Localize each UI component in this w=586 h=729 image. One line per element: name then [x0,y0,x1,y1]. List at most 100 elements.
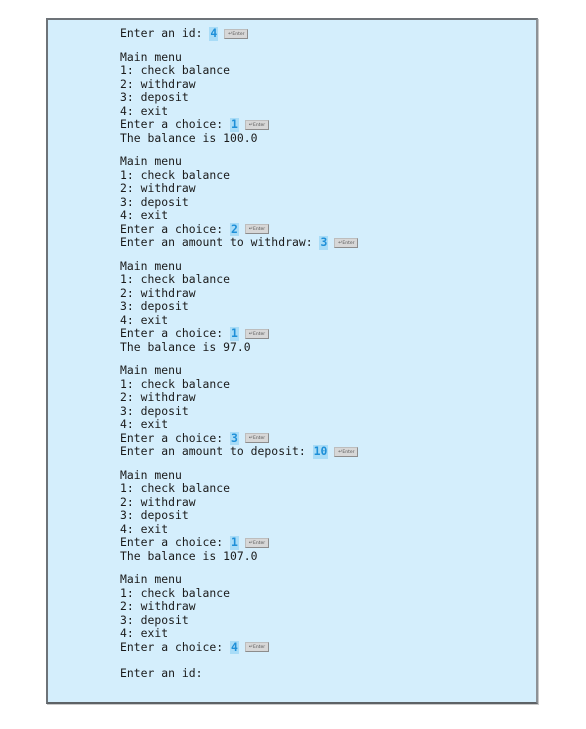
console-line: 2: withdraw [120,76,358,92]
console-line: Main menu [120,572,358,587]
console-line: 2: withdraw [120,285,358,301]
console-line: 1: check balance [120,481,358,496]
console-output-panel: Enter an id: 4 ↵Enter Main menu 1: check ba… [46,18,538,704]
enter-key-label: Enter [252,436,266,442]
console-text: 1: check balance [120,167,231,182]
console-text: 1: check balance [120,272,231,286]
console-text: 3: deposit [120,612,189,627]
menu-block: Main menu 1: check balance 2: withdraw 3: d… [120,363,359,459]
console-line: 4: exit [120,103,358,119]
console-text: 3: deposit [120,508,189,522]
console-text: Enter an amount to deposit: [120,444,313,458]
console-text: 1: check balance [120,585,231,600]
console-line: Enter a choice: 2 ↵Enter [120,221,358,236]
console-text: 4: exit [120,626,169,640]
console-line: Enter a choice: 1 ↵Enter [120,326,358,341]
menu-block: Main menu 1: check balance 2: withdraw 3: d… [120,467,358,564]
user-input-value: 4 [209,26,219,41]
console-line: 1: check balance [120,585,358,601]
console-text: Enter a choice: [120,326,231,340]
console-text: 2: withdraw [120,285,196,300]
console-line: 1: check balance [120,272,358,287]
enter-key-icon: ↵Enter [244,433,269,444]
console-text: Enter a choice: [120,639,231,654]
console-line: Enter an id: 4 ↵Enter [120,26,358,41]
console-line: Enter a choice: 1 ↵Enter [120,117,358,132]
menu-block: Main menu 1: check balance 2: withdraw 3: d… [120,572,358,654]
console-text: Enter a choice: [120,430,231,445]
console-text: 2: withdraw [120,494,196,509]
enter-key-label: Enter [252,227,266,233]
console-text: Main menu [120,49,182,64]
console-text: Enter a choice: [120,221,231,236]
console-line: 4: exit [120,417,358,432]
console-line: Main menu [120,49,358,65]
console-text: 2: withdraw [120,599,196,613]
console-text: The balance is 100.0 [120,130,258,145]
console-line: The balance is 97.0 [120,340,358,355]
menu-block: Main menu 1: check balance 2: withdraw 3: d… [120,259,358,355]
enter-key-label: Enter [252,122,266,128]
console-text: 2: withdraw [120,390,196,404]
console-line: 4: exit [120,626,358,641]
console-text: Main menu [120,363,182,377]
console-text: Main menu [120,467,182,482]
user-input-value: 1 [230,535,239,550]
user-input-value: 4 [230,639,239,654]
console-text: Main menu [120,572,182,586]
enter-key-label: Enter [342,449,355,455]
console-line: 1: check balance [120,167,358,183]
id-prompt-block: Enter an id: [120,666,358,681]
console-line: Enter an amount to withdraw: 3 ↵Enter [120,235,359,250]
enter-key-label: Enter [252,331,266,337]
console-text: 4: exit [120,417,169,431]
enter-key-icon: ↵Enter [244,642,269,653]
console-line: 3: deposit [120,403,358,419]
console-text: Enter an id: [120,666,203,680]
console-line: 2: withdraw [120,494,358,510]
console-line: 3: deposit [120,299,358,314]
enter-key-label: Enter [342,240,355,246]
console-line: 3: deposit [120,194,358,210]
console-text: 1: check balance [120,63,231,77]
console-text: 2: withdraw [120,76,196,91]
user-input-value: 10 [312,444,329,459]
menu-block: Main menu 1: check balance 2: withdraw 3: d… [120,154,359,250]
console-line: 2: withdraw [120,181,358,196]
enter-key-icon: ↵Enter [334,237,359,248]
console-text: 1: check balance [120,481,231,495]
console-text: Enter a choice: [120,117,231,131]
enter-key-label: Enter [232,31,245,37]
console-line: 3: deposit [120,508,358,523]
console-line: Main menu [120,154,358,169]
console-text: 4: exit [120,208,169,222]
id-prompt-block: Enter an id: 4 ↵Enter [120,26,358,41]
console-line: 2: withdraw [120,390,358,405]
enter-key-label: Enter [252,645,266,651]
console-line: Enter a choice: 4 ↵Enter [120,639,358,654]
console-text: The balance is 107.0 [120,548,258,563]
console-text: Main menu [120,154,182,168]
console-text: 3: deposit [120,194,189,209]
console-text: 4: exit [120,103,169,118]
console-line: The balance is 100.0 [120,130,358,146]
console-line: 4: exit [120,208,358,223]
console-line: 3: deposit [120,612,358,628]
console-text: 3: deposit [120,403,189,418]
console-line: 4: exit [120,522,358,537]
user-input-value: 1 [230,117,239,132]
enter-key-icon: ↵Enter [244,224,269,235]
console-line: 1: check balance [120,377,358,392]
console-line: Main menu [120,467,358,483]
console-line: 2: withdraw [120,599,358,614]
console-lines: Enter an id: 4 ↵Enter Main menu 1: check ba… [120,26,359,681]
menu-block: Main menu 1: check balance 2: withdraw 3: d… [120,49,358,146]
console-line: Enter a choice: 1 ↵Enter [120,535,358,550]
user-input-value: 2 [230,221,239,236]
enter-key-icon: ↵Enter [334,446,359,457]
user-input-value: 3 [319,235,329,250]
enter-key-icon: ↵Enter [244,328,269,339]
